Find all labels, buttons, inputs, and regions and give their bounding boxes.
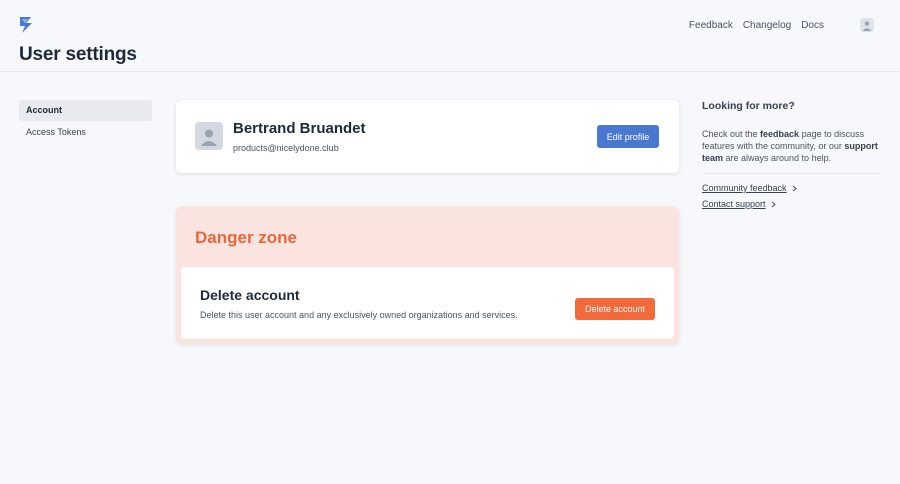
edit-profile-button[interactable]: Edit profile	[597, 125, 659, 148]
user-avatar-icon[interactable]	[860, 18, 874, 32]
profile-card: Bertrand Bruandet products@nicelydone.cl…	[176, 100, 679, 173]
sidebar-item-access-tokens[interactable]: Access Tokens	[19, 122, 152, 143]
contact-support-link[interactable]: Contact support	[702, 199, 882, 209]
feedback-highlight: feedback	[760, 129, 800, 139]
aside-description: Check out the feedback page to discuss f…	[702, 128, 882, 164]
settings-sidebar: Account Access Tokens	[19, 100, 152, 144]
danger-zone-title: Danger zone	[195, 228, 298, 247]
chevron-right-icon	[792, 185, 797, 191]
nav-feedback-link[interactable]: Feedback	[689, 20, 733, 31]
contact-support-label: Contact support	[702, 199, 766, 209]
community-feedback-link[interactable]: Community feedback	[702, 183, 882, 193]
community-feedback-label: Community feedback	[702, 183, 787, 193]
profile-email: products@nicelydone.club	[233, 143, 339, 153]
nav-changelog-link[interactable]: Changelog	[743, 20, 791, 31]
sidebar-item-account[interactable]: Account	[19, 100, 152, 121]
chevron-right-icon	[771, 201, 776, 207]
aside-title: Looking for more?	[702, 100, 795, 112]
delete-account-title: Delete account	[200, 287, 300, 303]
delete-account-card: Delete account Delete this user account …	[181, 267, 674, 339]
delete-account-button[interactable]: Delete account	[575, 298, 655, 320]
aside-divider	[702, 173, 882, 174]
aside-text-part: are always around to help.	[723, 153, 832, 163]
nav-docs-link[interactable]: Docs	[801, 20, 824, 31]
help-aside: Looking for more? Check out the feedback…	[702, 100, 882, 209]
bolt-logo-icon[interactable]	[18, 16, 34, 34]
profile-avatar-icon	[195, 122, 223, 150]
danger-zone: Danger zone Delete account Delete this u…	[176, 207, 679, 344]
page-title: User settings	[19, 44, 137, 65]
aside-text-part: Check out the	[702, 129, 761, 139]
top-nav: Feedback Changelog Docs	[689, 18, 874, 32]
delete-account-description: Delete this user account and any exclusi…	[200, 310, 518, 320]
profile-name: Bertrand Bruandet	[233, 120, 366, 137]
top-header: User settings Feedback Changelog Docs	[0, 0, 900, 72]
